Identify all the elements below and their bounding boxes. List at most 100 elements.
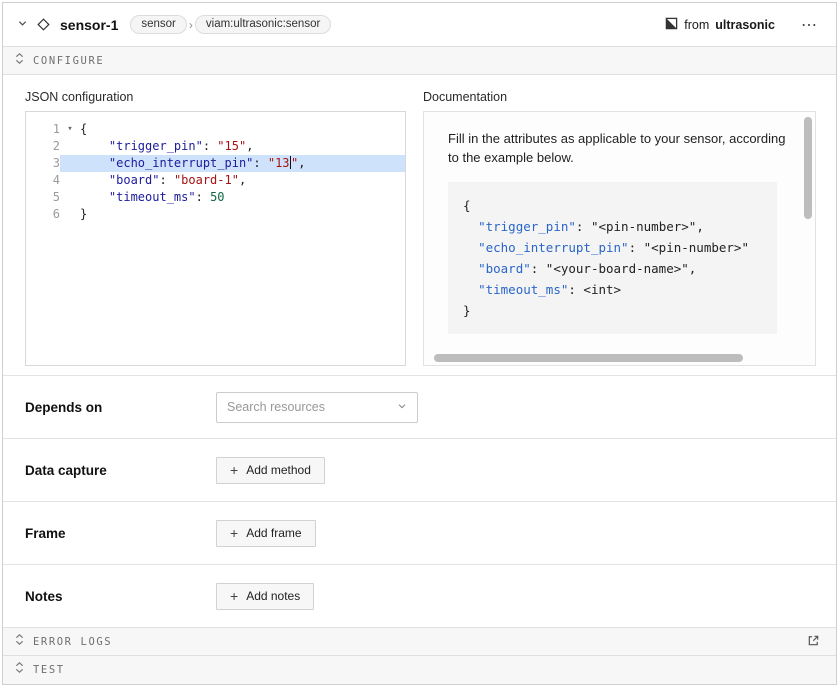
doc-code-line: "board": "<your-board-name>", (463, 258, 767, 279)
editor-line[interactable]: 3 "echo_interrupt_pin": "13", (26, 155, 405, 172)
json-config-label: JSON configuration (25, 90, 406, 104)
code-text: "echo_interrupt_pin": "13", (80, 155, 306, 172)
open-logs-button[interactable] (803, 632, 824, 652)
code-token: , (246, 139, 253, 153)
horizontal-scrollbar-thumb[interactable] (434, 354, 743, 362)
fold-gutter (60, 155, 80, 172)
frame-label: Frame (25, 526, 216, 541)
doc-code-block: { "trigger_pin": "<pin-number>", "echo_i… (448, 182, 777, 334)
module-source: from ultrasonic (665, 17, 775, 33)
doc-code-line: { (463, 195, 767, 216)
fold-gutter (60, 189, 80, 206)
module-icon (665, 17, 678, 33)
json-config-column: JSON configuration 1▾{2 "trigger_pin": "… (25, 90, 406, 375)
code-token: : "<your-board-name>", (531, 261, 697, 276)
plus-icon: + (230, 463, 238, 477)
code-text: } (80, 206, 87, 223)
editor-line[interactable]: 4 "board": "board-1", (26, 172, 405, 189)
line-number: 1 (26, 121, 60, 138)
plus-icon: + (230, 589, 238, 603)
editor-line[interactable]: 2 "trigger_pin": "15", (26, 138, 405, 155)
model-badge: viam:ultrasonic:sensor (195, 15, 331, 34)
editor-line-content: ▾{ (60, 121, 405, 138)
code-token: "board" (478, 261, 531, 276)
chevrons-up-down-icon (15, 633, 24, 651)
vertical-scrollbar-thumb[interactable] (804, 117, 812, 219)
error-logs-section-bar[interactable]: ERROR LOGS (3, 627, 836, 656)
fold-toggle-icon[interactable]: ▾ (60, 121, 80, 138)
code-token: "board" (109, 173, 160, 187)
component-card: sensor-1 sensor › viam:ultrasonic:sensor… (2, 2, 837, 685)
card-collapse-button[interactable] (13, 15, 32, 34)
code-token: } (463, 303, 471, 318)
fold-gutter (60, 138, 80, 155)
documentation-intro: Fill in the attributes as applicable to … (448, 129, 793, 167)
doc-code-line: "echo_interrupt_pin": "<pin-number>" (463, 237, 767, 258)
add-frame-button[interactable]: + Add frame (216, 520, 316, 547)
documentation-label: Documentation (423, 90, 816, 104)
chevron-down-icon (17, 17, 28, 32)
line-number: 2 (26, 138, 60, 155)
code-token: : (196, 190, 210, 204)
depends-on-select[interactable]: Search resources (216, 392, 418, 423)
module-name: ultrasonic (715, 18, 775, 32)
configure-section-bar[interactable]: CONFIGURE (3, 46, 836, 75)
test-section-label: TEST (33, 664, 65, 676)
code-token: : <int> (568, 282, 621, 297)
documentation-column: Documentation Fill in the attributes as … (423, 90, 816, 375)
configure-section-label: CONFIGURE (33, 55, 104, 67)
chevrons-up-down-icon (15, 661, 24, 679)
code-token: : (203, 139, 217, 153)
error-logs-section-label: ERROR LOGS (33, 636, 112, 648)
notes-row: Notes + Add notes (3, 564, 836, 627)
json-editor[interactable]: 1▾{2 "trigger_pin": "15",3 "echo_interru… (25, 111, 406, 366)
external-link-icon (807, 634, 820, 650)
code-token: , (239, 173, 246, 187)
sensor-diamond-icon (32, 15, 55, 34)
code-token (463, 219, 478, 234)
add-notes-button[interactable]: + Add notes (216, 583, 314, 610)
add-method-button-label: Add method (246, 463, 311, 477)
notes-label: Notes (25, 589, 216, 604)
chevron-down-icon (397, 398, 407, 416)
overflow-menu-button[interactable]: ⋯ (797, 13, 822, 37)
code-token (80, 190, 109, 204)
component-title: sensor-1 (60, 17, 118, 33)
code-token: "board-1" (174, 173, 239, 187)
line-number: 3 (26, 155, 60, 172)
type-badge: sensor (130, 15, 187, 34)
code-token: : (159, 173, 173, 187)
code-text: "timeout_ms": 50 (80, 189, 225, 206)
code-token: , (298, 156, 305, 170)
doc-code-line: "timeout_ms": <int> (463, 279, 767, 300)
doc-code-line: "trigger_pin": "<pin-number>", (463, 216, 767, 237)
configure-body: JSON configuration 1▾{2 "trigger_pin": "… (3, 75, 836, 375)
test-section-bar[interactable]: TEST (3, 656, 836, 684)
depends-on-label: Depends on (25, 400, 216, 415)
code-token (463, 240, 478, 255)
code-token (463, 261, 478, 276)
code-token: "13 (268, 156, 290, 170)
code-token: "timeout_ms" (109, 190, 196, 204)
code-token: "timeout_ms" (478, 282, 568, 297)
code-token: { (80, 122, 87, 136)
line-number: 6 (26, 206, 60, 223)
breadcrumb: sensor › viam:ultrasonic:sensor (130, 15, 331, 34)
code-token (463, 282, 478, 297)
code-token: "echo_interrupt_pin" (109, 156, 254, 170)
from-label: from (684, 18, 709, 32)
fold-gutter (60, 206, 80, 223)
editor-line[interactable]: 5 "timeout_ms": 50 (26, 189, 405, 206)
editor-line-content: "trigger_pin": "15", (60, 138, 405, 155)
code-text: { (80, 121, 87, 138)
code-token: : "<pin-number>", (576, 219, 704, 234)
depends-on-row: Depends on Search resources (3, 375, 836, 438)
code-token: : "<pin-number>" (629, 240, 749, 255)
code-token: "trigger_pin" (109, 139, 203, 153)
code-token: "15" (217, 139, 246, 153)
add-notes-button-label: Add notes (246, 589, 300, 603)
editor-line[interactable]: 6} (26, 206, 405, 223)
add-frame-button-label: Add frame (246, 526, 301, 540)
add-method-button[interactable]: + Add method (216, 457, 325, 484)
editor-line[interactable]: 1▾{ (26, 121, 405, 138)
